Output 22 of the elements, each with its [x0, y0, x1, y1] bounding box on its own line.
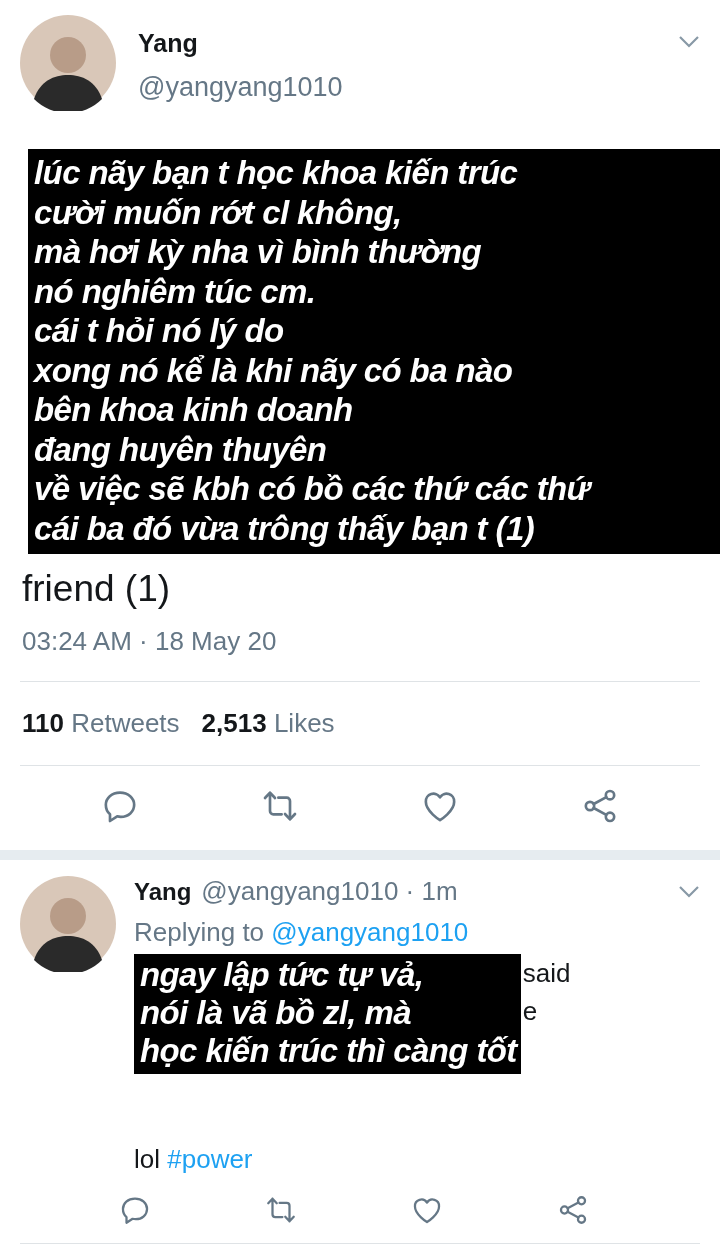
replying-label: Replying to [134, 917, 265, 947]
stat-label[interactable]: Likes [273, 708, 335, 738]
avatar[interactable] [20, 876, 116, 972]
tweet-text-fragment: e [522, 996, 539, 1027]
stat-label[interactable]: Retweets [71, 708, 180, 738]
chevron-down-icon[interactable] [678, 884, 700, 899]
reply-text: lol [134, 1144, 160, 1174]
display-name: Yang [138, 29, 199, 58]
user-handle: @yangyang1010 [138, 72, 344, 103]
caption-overlay: lúc nãy bạn t học khoa kiến trúc cười muốn rớt cl không, mà hơi kỳ nha vì bình thường nó nghiêm túc cm. cái t hỏi nó lý do xong nó kể là khi nãy có ba nào bên khoa kinh doanh đang huyên thuyên về việc sẽ kbh có bồ các thứ các thứ cái ba đó vừa trông thấy bạn t (1) [28, 149, 720, 554]
timestamp: 03:24 AM · 18 May 20 [21, 625, 278, 657]
stat-count: 2,513 [201, 708, 267, 738]
tweet-text: friend (1) [21, 567, 172, 610]
display-name: Yang [134, 877, 192, 906]
chevron-down-icon[interactable] [678, 35, 700, 49]
caption-overlay: ngay lập tức tự vả, nói là vã bồ zl, mà học kiến trúc thì càng tốt [134, 954, 521, 1074]
hashtag-link[interactable]: #power [167, 1144, 253, 1174]
stat-count: 110 [22, 708, 64, 738]
mention-link[interactable]: @yangyang1010 [271, 917, 469, 947]
avatar[interactable] [20, 15, 116, 111]
tweet-meta: @yangyang1010 · 1m [201, 876, 459, 907]
tweet-text-fragment: said [522, 958, 571, 989]
